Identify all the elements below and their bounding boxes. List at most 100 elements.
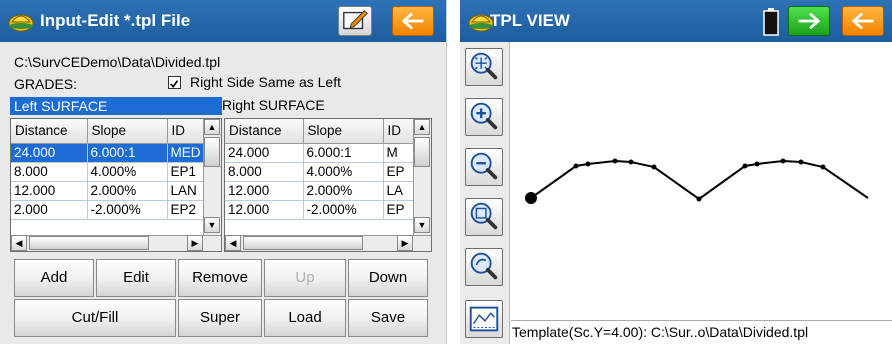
table-cell[interactable]: EP2 xyxy=(167,200,206,220)
load-button[interactable]: Load xyxy=(264,299,346,337)
table-row[interactable]: 24.000 6.000:1 MED xyxy=(11,143,206,163)
zoom-window-icon xyxy=(470,202,498,230)
edit-row-button[interactable]: Edit xyxy=(96,259,176,297)
table-cell[interactable]: 24.000 xyxy=(225,143,304,163)
table-cell[interactable]: EP1 xyxy=(167,162,206,182)
column-header[interactable]: Distance xyxy=(11,119,88,144)
scrollbar-thumb[interactable] xyxy=(414,137,430,167)
table-row[interactable]: 24.000 6.000:1 M xyxy=(225,143,414,163)
right-grades-table[interactable]: Distance Slope ID 24.000 6.000:1 M 8.000… xyxy=(224,118,432,252)
horizontal-scrollbar[interactable]: ◀ ▶ xyxy=(11,235,221,251)
title-bar: Input-Edit *.tpl File xyxy=(0,0,446,42)
column-header[interactable]: Slope xyxy=(303,119,384,144)
table-row[interactable]: 2.000 -2.000% EP2 xyxy=(11,200,206,220)
table-cell[interactable]: 12.000 xyxy=(225,181,304,201)
save-button[interactable]: Save xyxy=(348,299,428,337)
table-header: Distance Slope ID xyxy=(225,119,414,144)
scroll-down-icon[interactable]: ▼ xyxy=(204,217,220,233)
view-toolbar xyxy=(460,42,510,344)
scrollbar-thumb[interactable] xyxy=(204,137,220,167)
profile-view-button[interactable] xyxy=(465,300,503,338)
same-as-left-checkbox[interactable] xyxy=(168,76,181,89)
edit-icon xyxy=(343,10,368,30)
table-cell[interactable]: -2.000% xyxy=(303,200,384,220)
table-cell[interactable]: MED xyxy=(167,143,206,163)
table-row[interactable]: 8.000 4.000% EP1 xyxy=(11,162,206,182)
grades-label: GRADES: xyxy=(14,76,78,92)
table-cell[interactable]: EP xyxy=(383,200,414,220)
table-cell[interactable]: 8.000 xyxy=(225,162,304,182)
table-cell[interactable]: 4.000% xyxy=(303,162,384,182)
table-row[interactable]: 12.000 -2.000% EP xyxy=(225,200,414,220)
template-canvas[interactable] xyxy=(511,42,892,320)
table-cell[interactable]: EP xyxy=(383,162,414,182)
zoom-extents-button[interactable] xyxy=(465,48,503,86)
vertical-scrollbar[interactable]: ▲ ▼ xyxy=(203,119,221,235)
zoom-out-icon xyxy=(470,152,498,180)
scroll-right-icon[interactable]: ▶ xyxy=(397,235,413,251)
scroll-down-icon[interactable]: ▼ xyxy=(414,217,430,233)
table-cell[interactable]: 2.000 xyxy=(11,200,88,220)
profile-node xyxy=(742,163,748,169)
window-title: Input-Edit *.tpl File xyxy=(40,11,191,30)
left-surface-label: Left SURFACE xyxy=(10,97,222,115)
table-cell[interactable]: M xyxy=(383,143,414,163)
zoom-in-button[interactable] xyxy=(465,98,503,136)
add-button[interactable]: Add xyxy=(14,259,94,297)
zoom-previous-button[interactable] xyxy=(465,248,503,286)
scrollbar-thumb[interactable] xyxy=(243,236,363,250)
scrollbar-thumb[interactable] xyxy=(29,236,149,250)
vertical-scrollbar[interactable]: ▲ ▼ xyxy=(413,119,431,235)
table-cell[interactable]: 24.000 xyxy=(11,143,88,163)
profile-node xyxy=(820,164,826,170)
column-header[interactable]: Distance xyxy=(225,119,304,144)
cut-fill-button[interactable]: Cut/Fill xyxy=(14,299,176,337)
zoom-window-button[interactable] xyxy=(465,198,503,236)
back-button[interactable] xyxy=(392,6,434,36)
column-header[interactable]: ID xyxy=(383,119,414,144)
table-cell[interactable]: 8.000 xyxy=(11,162,88,182)
zoom-in-icon xyxy=(470,102,498,130)
horizontal-scrollbar[interactable]: ◀ ▶ xyxy=(225,235,431,251)
forward-button[interactable] xyxy=(788,6,830,36)
profile-node xyxy=(585,161,591,167)
back-arrow-icon xyxy=(402,13,424,29)
super-button[interactable]: Super xyxy=(178,299,262,337)
column-header[interactable]: Slope xyxy=(87,119,168,144)
remove-button[interactable]: Remove xyxy=(178,259,262,297)
edit-button[interactable] xyxy=(338,6,372,36)
back-button[interactable] xyxy=(842,6,884,36)
scroll-right-icon[interactable]: ▶ xyxy=(187,235,203,251)
table-cell[interactable]: -2.000% xyxy=(87,200,168,220)
title-bar: TPL VIEW xyxy=(460,0,892,42)
table-cell[interactable]: 6.000:1 xyxy=(87,143,168,163)
table-cell[interactable]: 6.000:1 xyxy=(303,143,384,163)
scroll-up-icon[interactable]: ▲ xyxy=(204,119,220,135)
table-cell[interactable]: LA xyxy=(383,181,414,201)
up-button[interactable]: Up xyxy=(264,259,346,297)
profile-node xyxy=(573,163,579,169)
table-header: Distance Slope ID xyxy=(11,119,206,144)
column-header[interactable]: ID xyxy=(167,119,206,144)
zoom-out-button[interactable] xyxy=(465,148,503,186)
table-row[interactable]: 12.000 2.000% LA xyxy=(225,181,414,201)
checkmark-icon xyxy=(170,80,179,88)
back-arrow-icon xyxy=(852,13,874,29)
table-row[interactable]: 12.000 2.000% LAN xyxy=(11,181,206,201)
scroll-up-icon[interactable]: ▲ xyxy=(414,119,430,135)
input-edit-window: Input-Edit *.tpl File C:\SurvCEDemo\Data… xyxy=(0,0,447,344)
same-as-left-label: Right Side Same as Left xyxy=(190,74,341,90)
table-cell[interactable]: 12.000 xyxy=(225,200,304,220)
table-row[interactable]: 8.000 4.000% EP xyxy=(225,162,414,182)
profile-node xyxy=(696,196,702,202)
right-surface-label: Right SURFACE xyxy=(222,97,325,113)
table-cell[interactable]: LAN xyxy=(167,181,206,201)
table-cell[interactable]: 4.000% xyxy=(87,162,168,182)
left-grades-table[interactable]: Distance Slope ID 24.000 6.000:1 MED 8.0… xyxy=(10,118,222,252)
scroll-left-icon[interactable]: ◀ xyxy=(225,235,241,251)
scroll-left-icon[interactable]: ◀ xyxy=(11,235,27,251)
down-button[interactable]: Down xyxy=(348,259,428,297)
table-cell[interactable]: 2.000% xyxy=(303,181,384,201)
table-cell[interactable]: 12.000 xyxy=(11,181,88,201)
table-cell[interactable]: 2.000% xyxy=(87,181,168,201)
